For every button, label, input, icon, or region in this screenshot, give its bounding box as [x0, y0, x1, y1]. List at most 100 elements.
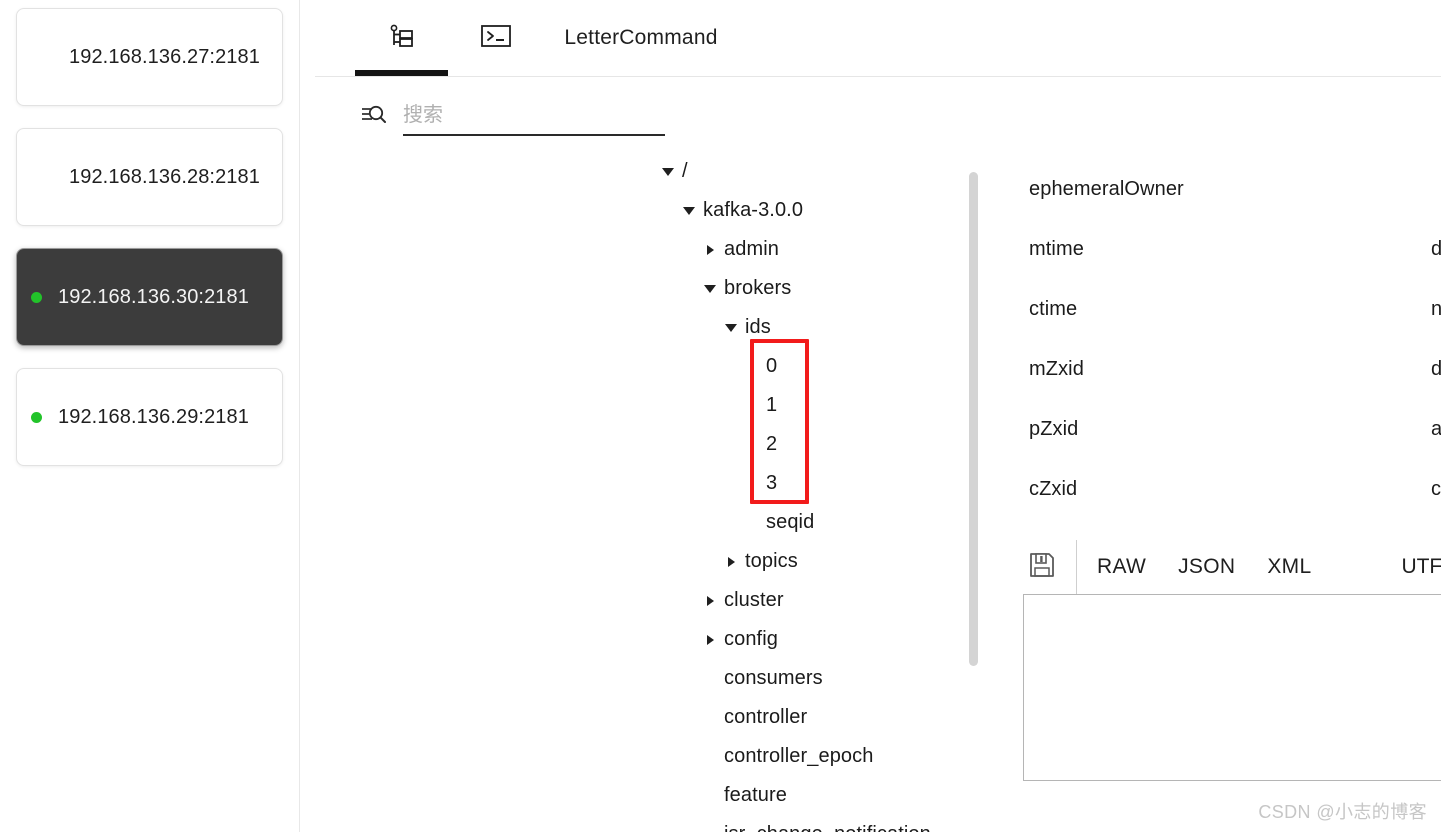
tree-node-label: controller: [724, 706, 808, 728]
tree-node-label: ids: [745, 316, 771, 338]
tree-node-label: consumers: [724, 667, 823, 689]
tree-node-label: 2: [766, 433, 778, 455]
caret-right-icon[interactable]: [701, 595, 719, 606]
tree-node-label: 3: [766, 472, 778, 494]
tree-node-3[interactable]: 3: [659, 464, 959, 503]
search-input[interactable]: [403, 103, 665, 127]
tree-node-label: isr_change_notification: [724, 823, 931, 832]
tree-node-label: brokers: [724, 277, 792, 299]
encoding-value: UTF-8: [1401, 555, 1441, 578]
tree-node-topics[interactable]: topics: [659, 542, 959, 581]
tree-node-config[interactable]: config: [659, 620, 959, 659]
tree-node-label: feature: [724, 784, 787, 806]
search-row: [361, 95, 721, 137]
format-raw-button[interactable]: RAW: [1097, 555, 1146, 579]
format-json-button[interactable]: JSON: [1178, 555, 1235, 579]
node-detail-fields: ephemeralOwner mtime dataLength ctime numChi…: [1001, 160, 1441, 540]
terminal-icon: [480, 23, 512, 54]
main-panel: LetterCommand / kafka-3.0.0 admin brokers id…: [301, 0, 1441, 832]
server-card-1[interactable]: 192.168.136.27:2181: [16, 8, 283, 106]
detail-field-label: cZxid: [1029, 478, 1078, 500]
tree-node-controller_epoch[interactable]: controller_epoch: [659, 737, 959, 776]
tree-node-ids[interactable]: ids: [659, 308, 959, 347]
detail-field-label: aclVersion: [1431, 418, 1441, 440]
status-dot-connected: [31, 291, 42, 303]
caret-right-icon[interactable]: [701, 634, 719, 645]
tree-hierarchy-icon: [387, 21, 417, 56]
server-card-4[interactable]: 192.168.136.29:2181: [16, 368, 283, 466]
editor-toolbar: RAW JSON XML UTF-8: [1016, 540, 1441, 594]
tree-node-kafka300[interactable]: kafka-3.0.0: [659, 191, 959, 230]
caret-down-icon[interactable]: [680, 206, 698, 215]
caret-right-icon[interactable]: [722, 556, 740, 567]
server-address: 192.168.136.27:2181: [69, 45, 260, 68]
tree-node-2[interactable]: 2: [659, 425, 959, 464]
search-field-wrapper: [403, 96, 665, 136]
tree-node-label: cluster: [724, 589, 784, 611]
tree-scrollbar[interactable]: [969, 172, 978, 666]
watermark: CSDN @小志的博客: [1258, 802, 1427, 822]
server-list-sidebar: 192.168.136.27:2181 192.168.136.28:2181 …: [0, 0, 300, 832]
detail-field-label: mZxid: [1029, 358, 1084, 380]
format-xml-button[interactable]: XML: [1267, 555, 1311, 579]
tree-node-1[interactable]: 1: [659, 386, 959, 425]
tree-node-label: controller_epoch: [724, 745, 874, 767]
detail-field-label: ephemeralOwner: [1029, 178, 1184, 200]
detail-field-label: pZxid: [1029, 418, 1079, 440]
tree-node-[interactable]: /: [659, 152, 959, 191]
znode-tree: / kafka-3.0.0 admin brokers ids 0 1 2 3 seqid topi…: [659, 152, 959, 832]
encoding-dropdown[interactable]: UTF-8: [1401, 555, 1441, 579]
active-tab-indicator: [355, 70, 448, 76]
filter-search-icon[interactable]: [361, 102, 387, 131]
detail-row: pZxid aclVersion: [1001, 400, 1441, 460]
caret-down-icon[interactable]: [722, 323, 740, 332]
tree-node-feature[interactable]: feature: [659, 776, 959, 815]
save-button[interactable]: [1016, 541, 1068, 593]
detail-field-label: mtime: [1029, 238, 1084, 260]
server-card-2[interactable]: 192.168.136.28:2181: [16, 128, 283, 226]
tree-node-0[interactable]: 0: [659, 347, 959, 386]
tree-node-seqid[interactable]: seqid: [659, 503, 959, 542]
tree-node-label: admin: [724, 238, 779, 260]
tree-node-label: config: [724, 628, 778, 650]
tab-letter-command[interactable]: LetterCommand: [546, 0, 736, 76]
node-data-editor[interactable]: [1023, 594, 1441, 781]
caret-right-icon[interactable]: [701, 244, 719, 255]
tree-node-admin[interactable]: admin: [659, 230, 959, 269]
tree-node-consumers[interactable]: consumers: [659, 659, 959, 698]
tree-node-label: kafka-3.0.0: [703, 199, 804, 221]
tab-node-tree[interactable]: [355, 0, 448, 76]
tree-node-label: 0: [766, 355, 778, 377]
detail-row: ctime numChildren: [1001, 280, 1441, 340]
detail-row: ephemeralOwner: [1001, 160, 1441, 220]
tree-node-label: /: [682, 160, 688, 182]
detail-field-label: ctime: [1029, 298, 1078, 320]
tree-node-controller[interactable]: controller: [659, 698, 959, 737]
tab-bar-divider: [315, 76, 1441, 77]
tab-terminal[interactable]: [456, 0, 536, 76]
tree-node-label: seqid: [766, 511, 815, 533]
tree-node-label: topics: [745, 550, 798, 572]
zookeeper-client-window: 192.168.136.27:2181 192.168.136.28:2181 …: [0, 0, 1441, 832]
tab-bar: LetterCommand: [301, 0, 1441, 78]
server-address: 192.168.136.29:2181: [58, 405, 249, 428]
detail-row: mZxid dataVersion: [1001, 340, 1441, 400]
tree-node-label: 1: [766, 394, 778, 416]
tab-label: LetterCommand: [564, 26, 718, 49]
detail-row: cZxid cVersion: [1001, 460, 1441, 520]
server-card-3-selected[interactable]: 192.168.136.30:2181: [16, 248, 283, 346]
tree-node-brokers[interactable]: brokers: [659, 269, 959, 308]
toolbar-divider: [1076, 540, 1077, 594]
caret-down-icon[interactable]: [659, 167, 677, 176]
floppy-save-icon: [1028, 551, 1056, 584]
detail-field-label: cVersion: [1431, 478, 1441, 500]
server-address: 192.168.136.28:2181: [69, 165, 260, 188]
detail-field-label: dataVersion: [1431, 358, 1441, 380]
status-dot-connected: [31, 411, 42, 423]
server-address: 192.168.136.30:2181: [58, 285, 249, 308]
detail-field-label: dataLength: [1431, 238, 1441, 260]
tree-node-cluster[interactable]: cluster: [659, 581, 959, 620]
tree-node-isr_change_notification[interactable]: isr_change_notification: [659, 815, 959, 832]
detail-field-label: numChildren: [1431, 298, 1441, 320]
caret-down-icon[interactable]: [701, 284, 719, 293]
